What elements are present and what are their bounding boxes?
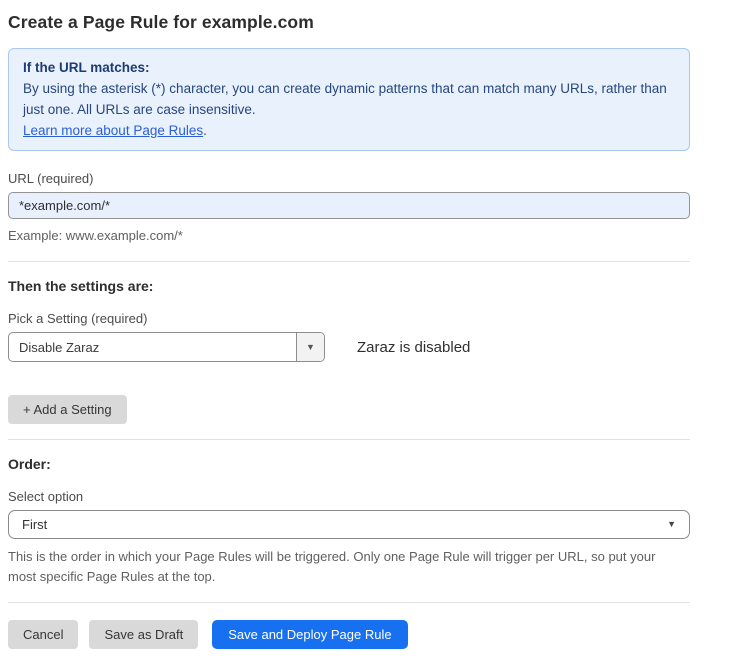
divider [8, 261, 690, 262]
caret-down-icon: ▼ [306, 343, 315, 352]
add-setting-button[interactable]: + Add a Setting [8, 395, 127, 424]
order-select-value: First [22, 517, 47, 532]
setting-dropdown-value: Disable Zaraz [9, 340, 99, 355]
order-select-label: Select option [8, 489, 690, 504]
divider [8, 439, 690, 440]
pick-setting-label: Pick a Setting (required) [8, 311, 690, 326]
order-helper-text: This is the order in which your Page Rul… [8, 547, 683, 587]
url-input[interactable] [8, 192, 690, 219]
link-suffix: . [203, 123, 207, 138]
divider [8, 602, 690, 603]
save-deploy-button[interactable]: Save and Deploy Page Rule [212, 620, 407, 649]
settings-section-heading: Then the settings are: [8, 278, 690, 294]
form-actions: Cancel Save as Draft Save and Deploy Pag… [8, 620, 690, 649]
url-example-helper: Example: www.example.com/* [8, 226, 690, 246]
setting-row: Disable Zaraz ▼ Zaraz is disabled [8, 332, 690, 362]
page-title: Create a Page Rule for example.com [8, 12, 698, 33]
info-box-heading: If the URL matches: [23, 57, 675, 78]
cancel-button[interactable]: Cancel [8, 620, 78, 649]
url-match-info-box: If the URL matches: By using the asteris… [8, 48, 690, 151]
setting-status-text: Zaraz is disabled [357, 339, 470, 356]
learn-more-link[interactable]: Learn more about Page Rules [23, 123, 203, 138]
caret-down-icon: ▼ [667, 520, 676, 529]
order-section-heading: Order: [8, 456, 690, 472]
info-box-link-line: Learn more about Page Rules. [23, 120, 675, 141]
setting-dropdown[interactable]: Disable Zaraz ▼ [8, 332, 325, 362]
setting-dropdown-caret-button[interactable]: ▼ [296, 333, 324, 361]
page-rule-form: Create a Page Rule for example.com If th… [0, 0, 698, 649]
save-draft-button[interactable]: Save as Draft [89, 620, 198, 649]
url-label: URL (required) [8, 171, 690, 186]
order-select[interactable]: First ▼ [8, 510, 690, 539]
info-box-body: By using the asterisk (*) character, you… [23, 78, 675, 120]
